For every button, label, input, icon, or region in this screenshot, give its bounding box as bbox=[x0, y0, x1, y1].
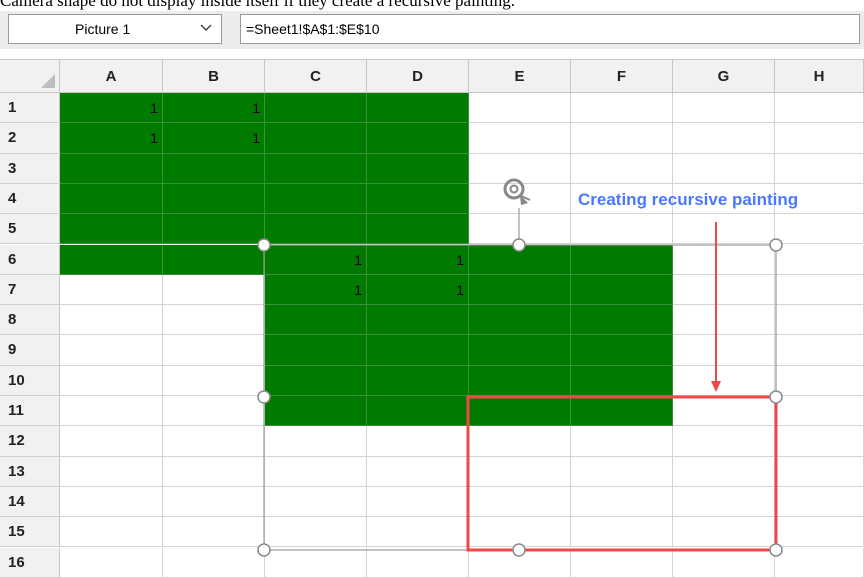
recursive-highlight bbox=[466, 395, 778, 552]
formula-bar: Picture 1 =Sheet1!$A$1:$E$10 bbox=[0, 11, 864, 49]
name-box-value: Picture 1 bbox=[75, 21, 131, 37]
chevron-down-icon[interactable] bbox=[199, 20, 213, 36]
name-box[interactable]: Picture 1 bbox=[8, 14, 222, 44]
formula-input[interactable]: =Sheet1!$A$1:$E$10 bbox=[240, 14, 860, 44]
caption-text: Camera shape do not display inside itsel… bbox=[0, 0, 516, 10]
rotate-handle-icon[interactable] bbox=[503, 178, 531, 205]
annotation-label: Creating recursive painting bbox=[578, 190, 799, 209]
formula-text: =Sheet1!$A$1:$E$10 bbox=[246, 21, 380, 37]
picture-overlay bbox=[257, 178, 783, 557]
